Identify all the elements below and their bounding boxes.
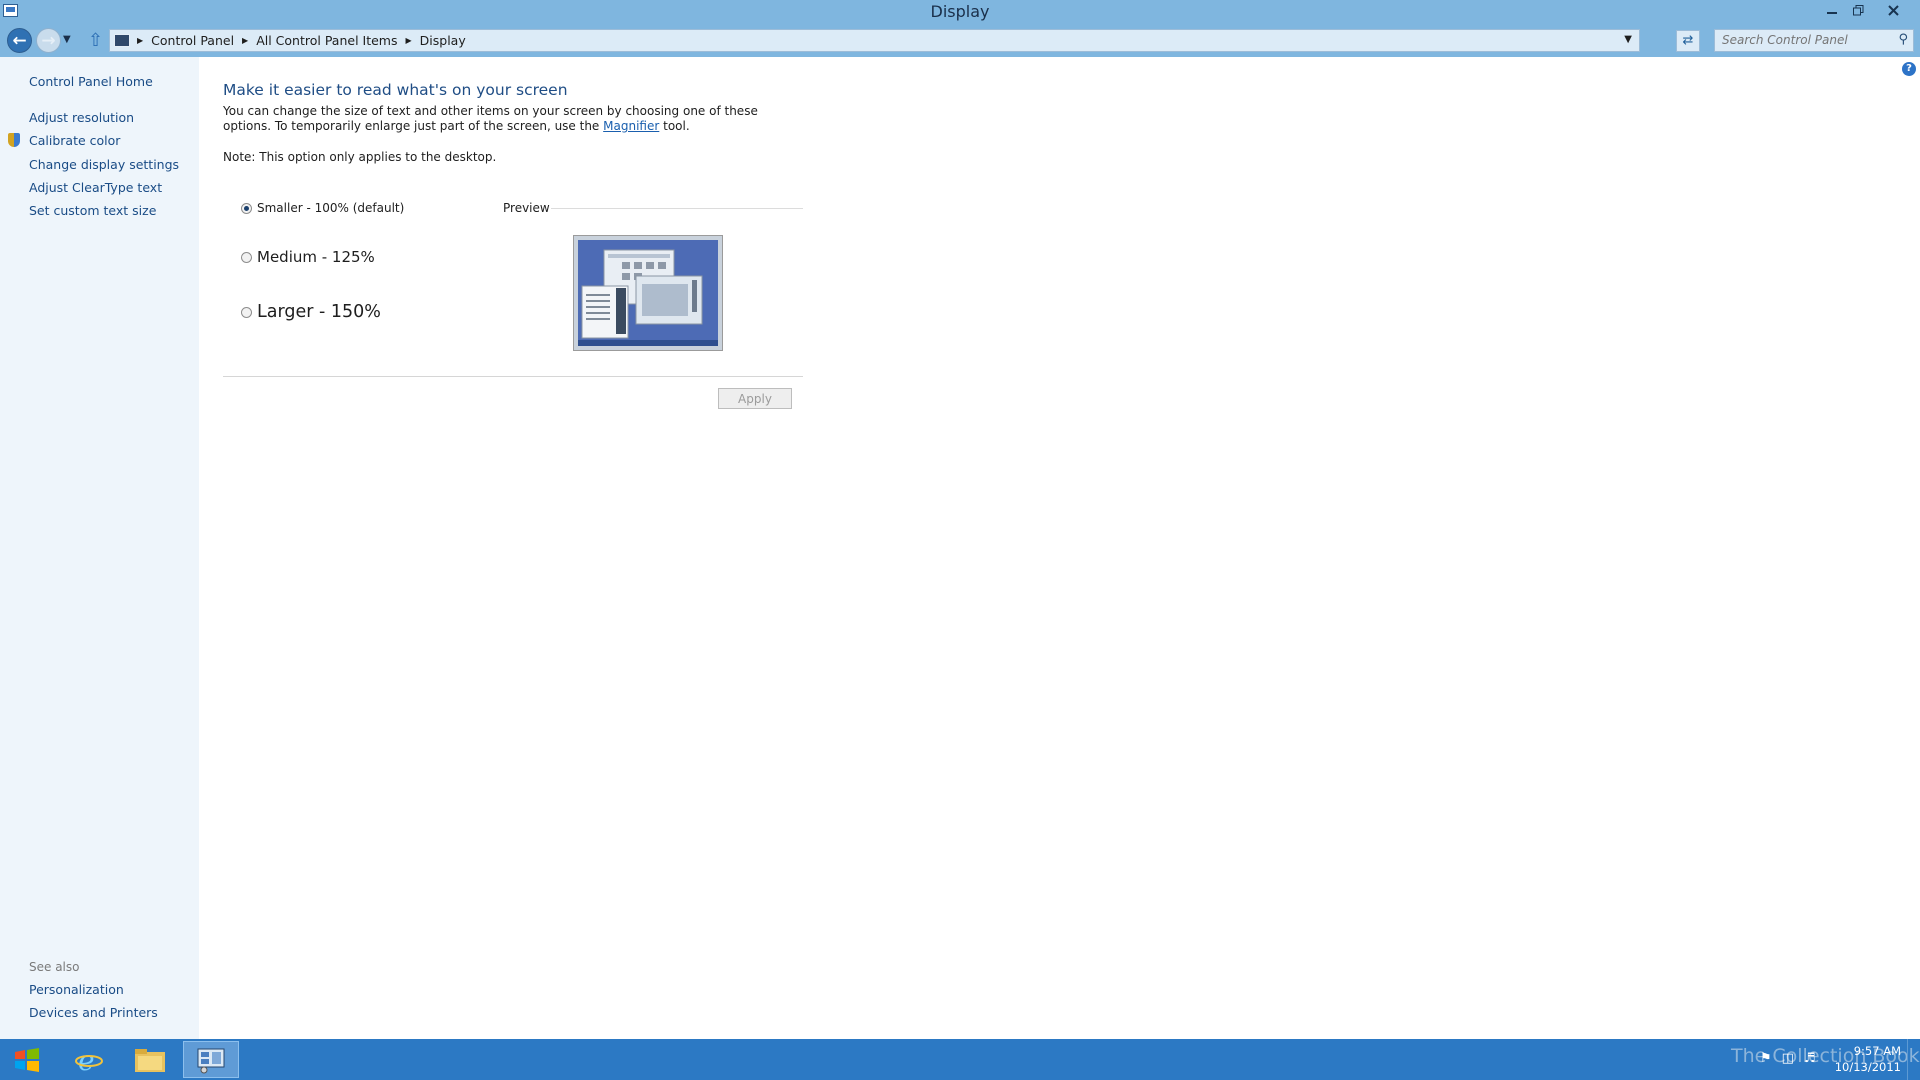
note-text: Note: This option only applies to the de… (223, 150, 497, 164)
taskbar: e The Collection Book ⚑ ◫ ♬ 9:57 AM 10/1… (0, 1039, 1920, 1080)
refresh-button[interactable]: ⇄ (1676, 30, 1700, 52)
sidebar: Control Panel Home Adjust resolution Cal… (0, 57, 199, 1039)
forward-arrow-icon: → (41, 30, 56, 51)
control-panel-icon (114, 34, 130, 47)
clock-date: 10/13/2011 (1834, 1060, 1901, 1074)
svg-text:e: e (78, 1045, 95, 1075)
page-title: Make it easier to read what's on your sc… (223, 81, 568, 99)
network-icon[interactable]: ◫ (1782, 1051, 1794, 1066)
search-icon[interactable]: ⚲ (1898, 32, 1908, 47)
minimize-button[interactable] (1819, 0, 1845, 20)
search-input[interactable] (1715, 30, 1890, 50)
taskbar-internet-explorer[interactable]: e (61, 1041, 117, 1078)
address-dropdown-icon[interactable]: ▼ (1624, 34, 1632, 45)
search-box[interactable]: ⚲ (1714, 29, 1914, 52)
internet-explorer-icon: e (75, 1045, 103, 1075)
preview-desktop (578, 240, 718, 346)
see-also-label: See also (29, 960, 80, 974)
clock[interactable]: 9:57 AM 10/13/2011 (1827, 1043, 1901, 1075)
back-arrow-icon: ← (12, 30, 27, 51)
sidebar-devices-printers[interactable]: Devices and Printers (29, 1005, 158, 1020)
option-smaller[interactable]: Smaller - 100% (default) (241, 201, 404, 215)
radio-larger[interactable] (241, 306, 252, 318)
windows-logo-icon (15, 1048, 39, 1072)
breadcrumb-all-items[interactable]: All Control Panel Items (256, 33, 397, 48)
sidebar-personalization[interactable]: Personalization (29, 982, 124, 997)
preview-window-icon (578, 249, 718, 346)
option-medium[interactable]: Medium - 125% (241, 248, 375, 266)
up-level-button[interactable]: ⇧ (88, 30, 103, 51)
description-part2: tool. (663, 119, 690, 133)
clock-time: 9:57 AM (1853, 1044, 1901, 1058)
sidebar-custom-text-size[interactable]: Set custom text size (29, 203, 156, 218)
sidebar-adjust-cleartype[interactable]: Adjust ClearType text (29, 180, 162, 195)
shield-icon (8, 133, 20, 147)
sidebar-calibrate-color[interactable]: Calibrate color (29, 133, 120, 148)
sidebar-control-panel-home[interactable]: Control Panel Home (29, 74, 153, 89)
restore-button[interactable] (1845, 0, 1871, 20)
sidebar-change-display-settings[interactable]: Change display settings (29, 157, 179, 172)
description-text: You can change the size of text and othe… (223, 104, 783, 134)
option-larger[interactable]: Larger - 150% (241, 302, 381, 322)
recent-locations-dropdown[interactable]: ▼ (63, 34, 71, 45)
system-tray: ⚑ ◫ ♬ (1760, 1051, 1816, 1066)
taskbar-control-panel[interactable] (183, 1041, 239, 1078)
flag-icon[interactable]: ⚑ (1760, 1051, 1772, 1066)
magnifier-link[interactable]: Magnifier (603, 119, 659, 133)
chevron-right-icon[interactable]: ▶ (406, 36, 412, 45)
preview-divider (551, 208, 803, 209)
option-larger-label: Larger - 150% (257, 302, 381, 322)
start-button[interactable] (7, 1043, 47, 1077)
breadcrumb: ▶ Control Panel ▶ All Control Panel Item… (137, 33, 466, 48)
close-button[interactable] (1871, 0, 1915, 20)
close-icon (1887, 4, 1899, 16)
option-smaller-label: Smaller - 100% (default) (257, 201, 405, 215)
radio-smaller[interactable] (241, 202, 252, 214)
refresh-icon: ⇄ (1682, 33, 1694, 48)
control-panel-icon (197, 1048, 225, 1073)
help-icon[interactable]: ? (1902, 62, 1916, 76)
sidebar-adjust-resolution[interactable]: Adjust resolution (29, 110, 134, 125)
content-divider (223, 376, 803, 377)
forward-button[interactable]: → (36, 28, 61, 53)
window-title: Display (930, 2, 990, 21)
apply-button[interactable]: Apply (718, 388, 792, 409)
chevron-right-icon[interactable]: ▶ (137, 36, 143, 45)
preview-image (573, 235, 723, 351)
navigation-bar: ← → ▼ ⇧ ▶ Control Panel ▶ All Control Pa… (0, 24, 1920, 57)
chevron-right-icon[interactable]: ▶ (242, 36, 248, 45)
folder-icon (135, 1048, 165, 1072)
show-desktop-button[interactable] (1907, 1039, 1920, 1080)
restore-icon (1852, 4, 1863, 15)
breadcrumb-control-panel[interactable]: Control Panel (151, 33, 234, 48)
option-medium-label: Medium - 125% (257, 248, 375, 266)
preview-label: Preview (503, 201, 550, 215)
breadcrumb-display[interactable]: Display (420, 33, 466, 48)
volume-icon[interactable]: ♬ (1804, 1051, 1816, 1066)
address-bar[interactable]: ▶ Control Panel ▶ All Control Panel Item… (109, 29, 1640, 52)
radio-medium[interactable] (241, 251, 252, 263)
title-bar: Display (0, 0, 1920, 24)
minimize-icon (1827, 12, 1837, 14)
taskbar-file-explorer[interactable] (122, 1041, 178, 1078)
back-button[interactable]: ← (7, 28, 32, 53)
